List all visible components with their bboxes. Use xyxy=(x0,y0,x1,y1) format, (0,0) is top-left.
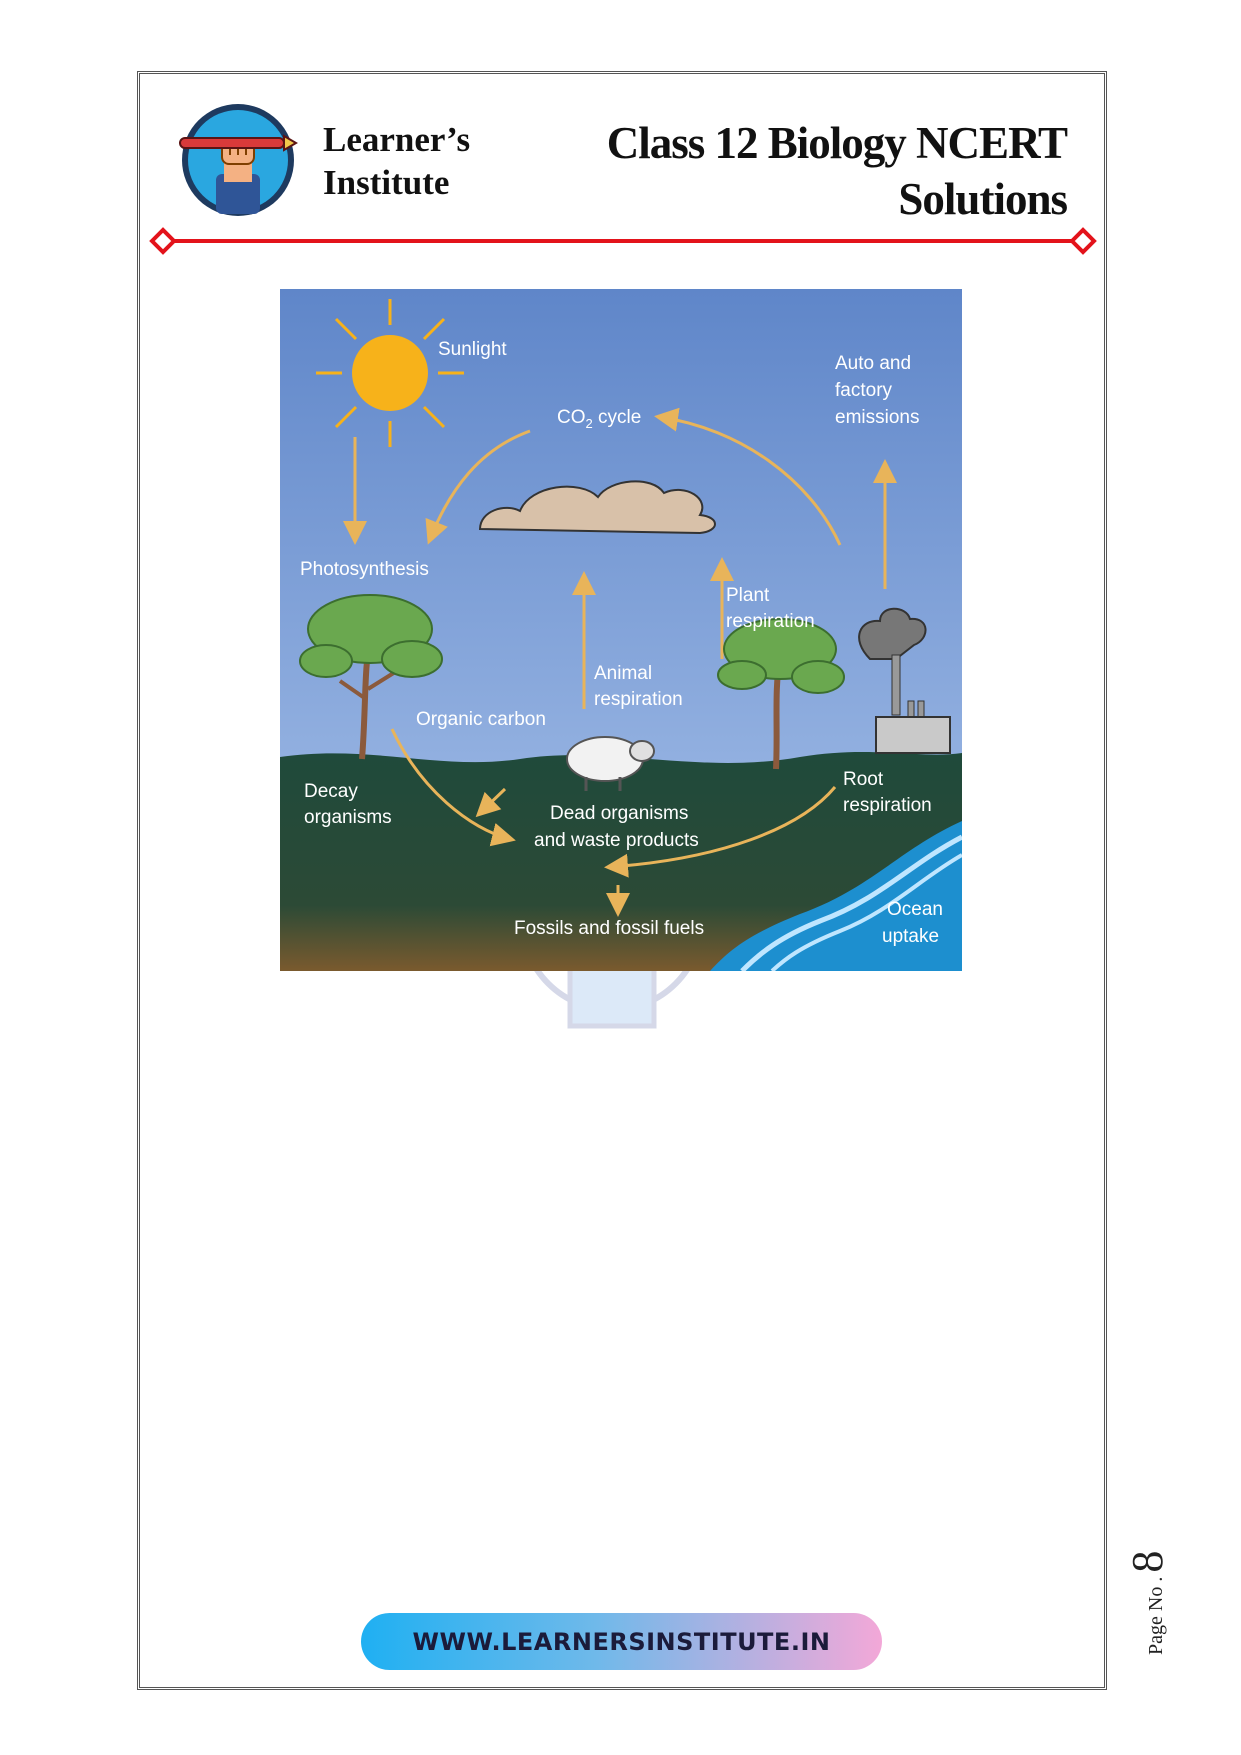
website-text[interactable]: WWW.LEARNERSINSTITUTE.IN xyxy=(413,1628,831,1656)
learners-institute-logo xyxy=(179,104,298,216)
brand-line-2: Institute xyxy=(323,163,450,202)
title-line-1: Class 12 Biology NCERT xyxy=(606,118,1068,168)
sun-icon xyxy=(316,299,464,447)
label-dead-line-2: and waste products xyxy=(534,830,699,851)
label-auto-line-2: factory xyxy=(835,380,893,401)
label-plant-line-2: respiration xyxy=(726,611,815,632)
brand-name: Learner’s Institute xyxy=(323,118,470,204)
page-number-value: 8 xyxy=(1123,1550,1172,1573)
label-decay-line-1: Decay xyxy=(304,781,358,802)
label-auto-line-3: emissions xyxy=(835,407,919,428)
label-co2-cycle: CO2 cycle xyxy=(557,407,641,431)
label-fossils: Fossils and fossil fuels xyxy=(514,918,704,939)
header-divider xyxy=(149,227,1097,255)
page-number-label: Page No . xyxy=(1145,1576,1167,1655)
label-auto-line-1: Auto and xyxy=(835,353,911,374)
label-photosynthesis: Photosynthesis xyxy=(300,559,429,580)
label-root-line-1: Root xyxy=(843,769,884,790)
label-animal-line-2: respiration xyxy=(594,689,683,710)
label-ocean-line-1: Ocean xyxy=(887,899,943,920)
page-number: Page No . 8 xyxy=(1122,1551,1173,1655)
label-animal-line-1: Animal xyxy=(594,663,652,684)
label-root-line-2: respiration xyxy=(843,795,932,816)
label-ocean-line-2: uptake xyxy=(882,926,939,947)
label-plant-line-1: Plant xyxy=(726,585,770,606)
label-dead-line-1: Dead organisms xyxy=(550,803,688,824)
title-line-2: Solutions xyxy=(898,174,1068,224)
website-link[interactable]: WWW.LEARNERSINSTITUTE.IN xyxy=(361,1613,882,1670)
carbon-cycle-diagram: Sunlight CO2 cycle Auto and factory emis… xyxy=(280,289,962,971)
label-organic-carbon: Organic carbon xyxy=(416,709,546,730)
page-title: Class 12 Biology NCERT Solutions xyxy=(606,115,1068,227)
brand-line-1: Learner’s xyxy=(323,120,471,159)
label-decay-line-2: organisms xyxy=(304,807,392,828)
label-sunlight: Sunlight xyxy=(438,339,507,360)
